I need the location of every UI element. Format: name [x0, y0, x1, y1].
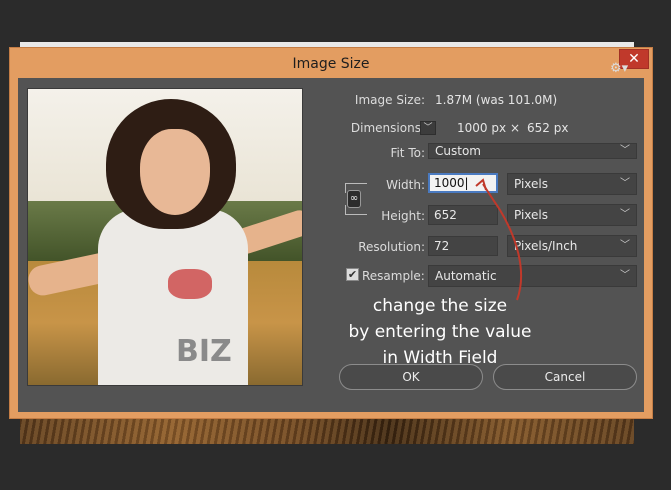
- width-label: Width:: [386, 178, 425, 192]
- dimensions-width-value: 1000 px: [457, 121, 507, 135]
- close-icon: ✕: [628, 51, 640, 67]
- link-chain-icon[interactable]: ∞: [347, 190, 361, 208]
- annotation-line-1: change the size: [372, 296, 508, 316]
- width-unit-select[interactable]: Pixels ﹀: [507, 173, 637, 195]
- checkmark-icon: ✔: [347, 268, 358, 281]
- height-input[interactable]: 652: [428, 205, 498, 225]
- dialog-titlebar[interactable]: Image Size ✕: [10, 48, 652, 78]
- resample-checkbox[interactable]: ✔: [346, 268, 359, 281]
- chevron-down-icon[interactable]: ﹀: [420, 121, 436, 135]
- fit-to-value: Custom: [435, 144, 481, 158]
- dimensions-times-sign: ×: [510, 121, 521, 135]
- dimensions-height-value: 652 px: [527, 121, 569, 135]
- image-preview[interactable]: BIZ: [27, 88, 303, 386]
- height-unit-value: Pixels: [514, 208, 549, 222]
- resample-select[interactable]: Automatic ﹀: [428, 265, 637, 287]
- image-size-value: 1.87M (was 101.0M): [435, 93, 558, 107]
- image-size-label: Image Size:: [354, 93, 425, 107]
- height-label: Height:: [381, 209, 425, 223]
- resample-value: Automatic: [435, 269, 497, 283]
- fit-to-label: Fit To:: [390, 146, 425, 160]
- chevron-down-icon: ﹀: [620, 240, 630, 251]
- resolution-unit-select[interactable]: Pixels/Inch ﹀: [507, 235, 637, 257]
- chevron-down-icon: ﹀: [620, 209, 630, 220]
- chevron-down-icon: ﹀: [620, 178, 630, 189]
- preview-face: [140, 129, 210, 215]
- annotation-line-2: by entering the value: [348, 322, 532, 342]
- preview-shirt-print: BIZ: [176, 334, 232, 369]
- fit-to-select[interactable]: Custom ﹀: [428, 143, 637, 159]
- cancel-button[interactable]: Cancel: [493, 364, 637, 390]
- width-input[interactable]: 1000|: [428, 173, 498, 193]
- height-unit-select[interactable]: Pixels ﹀: [507, 204, 637, 226]
- resolution-input[interactable]: 72: [428, 236, 498, 256]
- ok-button[interactable]: OK: [339, 364, 483, 390]
- dialog-title: Image Size: [292, 56, 370, 72]
- resolution-unit-value: Pixels/Inch: [514, 239, 578, 253]
- resample-label: Resample:: [362, 269, 425, 283]
- gear-icon[interactable]: ⚙▾: [610, 61, 628, 76]
- annotation-text: change the size by entering the value in…: [330, 293, 550, 371]
- width-unit-value: Pixels: [514, 177, 549, 191]
- dimensions-label: Dimensions:: [350, 121, 425, 135]
- chevron-down-icon: ﹀: [620, 270, 630, 281]
- resolution-label: Resolution:: [358, 240, 425, 254]
- preview-shirt-logo: [168, 269, 212, 299]
- chevron-down-icon: ﹀: [620, 145, 630, 156]
